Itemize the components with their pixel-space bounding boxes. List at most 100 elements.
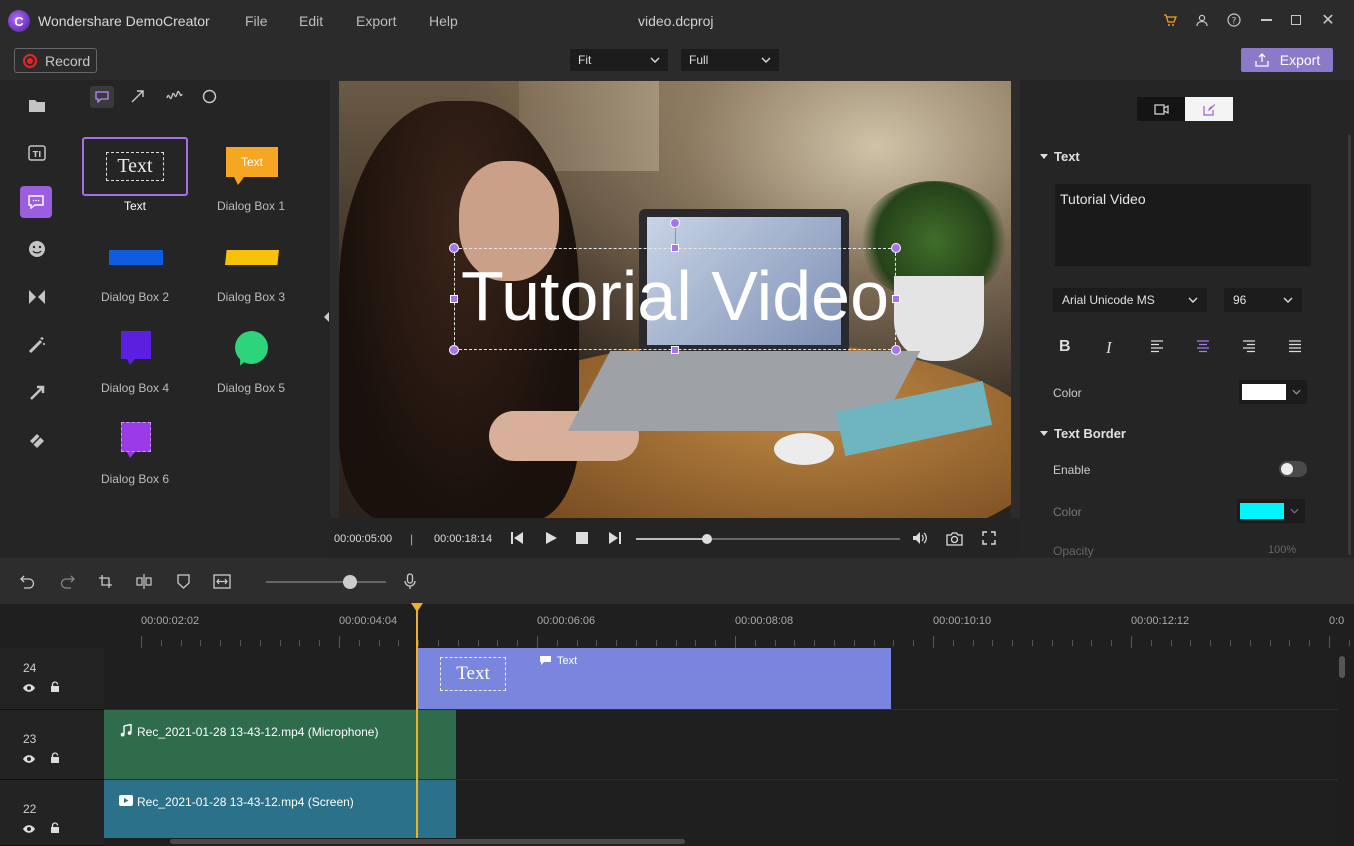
- ruler-tick: [378, 640, 380, 646]
- split-icon[interactable]: [136, 574, 152, 592]
- video-props-tab[interactable]: [1137, 97, 1185, 121]
- library-item-text[interactable]: Text Text: [82, 137, 188, 213]
- playhead[interactable]: [416, 604, 418, 838]
- audio-effects-icon[interactable]: [22, 426, 52, 456]
- export-button[interactable]: Export: [1241, 48, 1333, 72]
- close-icon[interactable]: ✕: [1318, 10, 1338, 30]
- microphone-icon[interactable]: [404, 573, 416, 593]
- fullscreen-icon[interactable]: [982, 531, 996, 548]
- quality-dropdown[interactable]: Full: [681, 49, 779, 71]
- text-color-picker[interactable]: [1239, 380, 1307, 404]
- ruler-tick: [1269, 640, 1271, 646]
- volume-icon[interactable]: [912, 531, 928, 548]
- text-section-toggle[interactable]: Text: [1040, 149, 1080, 164]
- annotation-props-tab[interactable]: [1185, 97, 1233, 121]
- transitions-icon[interactable]: [22, 282, 52, 312]
- help-icon[interactable]: ?: [1224, 10, 1244, 30]
- library-item-dialog-box-6[interactable]: Dialog Box 6: [82, 410, 188, 486]
- crop-icon[interactable]: [98, 574, 113, 592]
- zoom-slider-handle[interactable]: [343, 575, 357, 589]
- eye-icon[interactable]: [22, 753, 36, 767]
- media-folder-icon[interactable]: [22, 90, 52, 120]
- font-family-value: Arial Unicode MS: [1062, 293, 1155, 307]
- playback-slider-handle[interactable]: [702, 534, 713, 544]
- maximize-icon[interactable]: [1286, 10, 1306, 30]
- justify-icon[interactable]: [1288, 340, 1302, 356]
- fit-timeline-icon[interactable]: [213, 574, 231, 592]
- resize-handle-left[interactable]: [450, 295, 458, 303]
- menu-file[interactable]: File: [245, 13, 268, 29]
- text-content-input[interactable]: Tutorial Video: [1055, 184, 1311, 266]
- border-color-picker[interactable]: [1237, 499, 1305, 523]
- captions-icon[interactable]: TI: [22, 138, 52, 168]
- lock-icon[interactable]: [50, 681, 60, 696]
- arrow-tab-icon[interactable]: [130, 88, 146, 107]
- timeline-hscrollbar[interactable]: [170, 839, 685, 844]
- font-family-dropdown[interactable]: Arial Unicode MS: [1053, 288, 1207, 312]
- align-right-icon[interactable]: [1242, 340, 1256, 356]
- play-icon[interactable]: [544, 531, 558, 548]
- next-frame-icon[interactable]: [608, 531, 622, 548]
- collapse-left-handle[interactable]: [324, 312, 329, 322]
- resize-handle-right[interactable]: [892, 295, 900, 303]
- audio-clip[interactable]: Rec_2021-01-28 13-43-12.mp4 (Microphone): [104, 710, 456, 779]
- previous-frame-icon[interactable]: [510, 531, 524, 548]
- playhead-handle[interactable]: [411, 603, 423, 612]
- text-clip[interactable]: Text Text: [417, 648, 891, 709]
- resize-handle-br[interactable]: [891, 345, 901, 355]
- menu-export[interactable]: Export: [356, 13, 396, 29]
- redo-icon[interactable]: [60, 574, 75, 592]
- library-item-dialog-box-2[interactable]: Dialog Box 2: [82, 228, 188, 304]
- library-item-dialog-box-3[interactable]: Dialog Box 3: [198, 228, 304, 304]
- eye-icon[interactable]: [22, 682, 36, 696]
- cursor-effects-icon[interactable]: [22, 378, 52, 408]
- rotate-handle[interactable]: [670, 218, 680, 228]
- font-size-dropdown[interactable]: 96: [1224, 288, 1302, 312]
- playback-slider[interactable]: [636, 534, 900, 544]
- annotation-icon[interactable]: [20, 186, 52, 218]
- resize-handle-tr[interactable]: [891, 243, 901, 253]
- timeline-vscrollbar[interactable]: [1339, 656, 1345, 678]
- line-tab-icon[interactable]: [166, 88, 184, 107]
- stop-icon[interactable]: [576, 532, 588, 544]
- minimize-icon[interactable]: [1256, 10, 1276, 30]
- dialog-tab-icon[interactable]: [90, 86, 114, 108]
- border-enable-toggle[interactable]: [1279, 461, 1307, 477]
- align-center-icon[interactable]: [1196, 340, 1210, 356]
- video-canvas[interactable]: Tutorial Video: [339, 81, 1011, 518]
- snapshot-icon[interactable]: [946, 531, 963, 549]
- library-item-dialog-box-1[interactable]: Text Dialog Box 1: [198, 137, 304, 213]
- zoom-slider[interactable]: [266, 575, 386, 589]
- ruler-tick: [576, 640, 578, 646]
- screen-clip[interactable]: Rec_2021-01-28 13-43-12.mp4 (Screen): [104, 780, 456, 838]
- properties-scrollbar[interactable]: [1348, 135, 1351, 555]
- overlay-text[interactable]: Tutorial Video: [454, 251, 896, 341]
- marker-icon[interactable]: [177, 574, 190, 592]
- align-left-icon[interactable]: [1150, 340, 1164, 356]
- resize-handle-tl[interactable]: [449, 243, 459, 253]
- library-item-dialog-box-5[interactable]: Dialog Box 5: [198, 319, 304, 395]
- account-icon[interactable]: [1192, 10, 1212, 30]
- stickers-icon[interactable]: [22, 234, 52, 264]
- shape-tab-icon[interactable]: [202, 89, 217, 107]
- library-item-dialog-box-4[interactable]: Dialog Box 4: [82, 319, 188, 395]
- fit-dropdown[interactable]: Fit: [570, 49, 668, 71]
- bold-button[interactable]: B: [1059, 338, 1071, 356]
- eye-icon[interactable]: [22, 823, 36, 837]
- text-border-section-toggle[interactable]: Text Border: [1040, 426, 1126, 441]
- cart-icon[interactable]: [1160, 10, 1180, 30]
- menu-help[interactable]: Help: [429, 13, 458, 29]
- record-button[interactable]: Record: [14, 48, 97, 73]
- effects-wand-icon[interactable]: [22, 330, 52, 360]
- italic-button[interactable]: I: [1106, 338, 1112, 358]
- resize-handle-top[interactable]: [671, 244, 679, 252]
- ruler-tick: [596, 640, 598, 646]
- lock-icon[interactable]: [50, 752, 60, 767]
- lock-icon[interactable]: [50, 822, 60, 837]
- resize-handle-bottom[interactable]: [671, 346, 679, 354]
- timeline-ruler[interactable]: 00:00:02:02 00:00:04:04 00:00:06:06 00:0…: [104, 604, 1354, 648]
- undo-icon[interactable]: [20, 574, 35, 592]
- resize-handle-bl[interactable]: [449, 345, 459, 355]
- menu-edit[interactable]: Edit: [299, 13, 323, 29]
- chevron-down-icon: [1290, 508, 1299, 514]
